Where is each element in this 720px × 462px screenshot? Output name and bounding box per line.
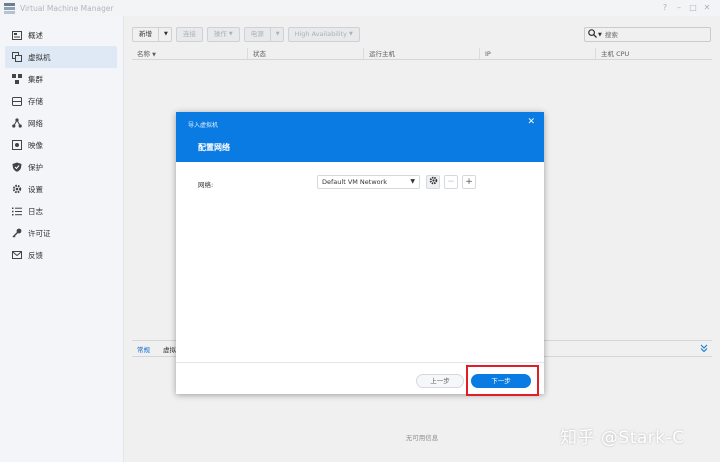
app-logo-icon [4,2,15,14]
sidebar-item-settings[interactable]: 设置 [0,178,123,200]
sidebar-item-log[interactable]: 日志 [0,200,123,222]
sidebar-item-virtual-machine[interactable]: 虚拟机 [5,46,117,68]
dialog-header: 导入虚拟机 ✕ 配置网络 [176,112,544,162]
remove-network-button[interactable]: − [444,175,458,189]
sidebar-item-label: 日志 [28,206,43,216]
network-icon [11,118,22,129]
maximize-icon[interactable]: □ [686,2,700,14]
window-controls: ? – □ ✕ [658,2,714,14]
cluster-icon [11,74,22,85]
sidebar-item-network[interactable]: 网络 [0,112,123,134]
network-select-value: Default VM Network [322,178,388,186]
sidebar-item-label: 映像 [28,140,43,150]
sidebar-item-label: 网络 [28,118,43,128]
storage-icon [11,96,22,107]
shield-icon [11,162,22,173]
gear-icon [11,184,22,195]
sidebar-item-label: 设置 [28,184,43,194]
minus-icon: − [447,177,455,187]
minimize-icon[interactable]: – [672,2,686,14]
sidebar-item-license[interactable]: 许可证 [0,222,123,244]
highlight-box [466,365,539,396]
caret-down-icon: ▼ [410,178,415,185]
sidebar-item-label: 集群 [28,74,43,84]
help-icon[interactable]: ? [658,2,672,14]
sidebar: 概述 虚拟机 集群 存储 网络 映像 保护 设置 日志 许可证 反馈 [0,16,124,462]
mail-icon [11,250,22,261]
sidebar-item-overview[interactable]: 概述 [0,24,123,46]
network-settings-button[interactable] [426,175,440,189]
watermark: 知乎 @Stark-C [560,428,685,448]
import-vm-dialog: 导入虚拟机 ✕ 配置网络 网络: Default VM Network ▼ − … [176,112,544,394]
sidebar-item-label: 反馈 [28,250,43,260]
sidebar-item-label: 许可证 [28,228,51,238]
image-icon [11,140,22,151]
sidebar-item-label: 概述 [28,30,43,40]
sidebar-item-storage[interactable]: 存储 [0,90,123,112]
app-title: Virtual Machine Manager [20,3,114,13]
close-icon[interactable]: ✕ [527,117,535,127]
overview-icon [11,30,22,41]
close-icon[interactable]: ✕ [700,2,714,14]
sidebar-item-protection[interactable]: 保护 [0,156,123,178]
list-icon [11,206,22,217]
sidebar-item-label: 保护 [28,162,43,172]
sidebar-item-cluster[interactable]: 集群 [0,68,123,90]
gear-icon [429,176,438,188]
virtual-machine-icon [11,52,22,63]
add-network-button[interactable]: + [462,175,476,189]
network-select[interactable]: Default VM Network ▼ [317,175,420,189]
sidebar-item-label: 存储 [28,96,43,106]
previous-button[interactable]: 上一步 [416,374,464,388]
dialog-heading: 配置网络 [198,143,230,152]
sidebar-item-label: 虚拟机 [28,52,51,62]
plus-icon: + [465,177,473,187]
title-bar: Virtual Machine Manager ? – □ ✕ [0,0,720,16]
network-label: 网络: [198,181,214,189]
sidebar-item-feedback[interactable]: 反馈 [0,244,123,266]
dialog-title: 导入虚拟机 [188,122,219,129]
sidebar-item-image[interactable]: 映像 [0,134,123,156]
dialog-body: 网络: Default VM Network ▼ − + [176,162,544,364]
key-icon [11,228,22,239]
